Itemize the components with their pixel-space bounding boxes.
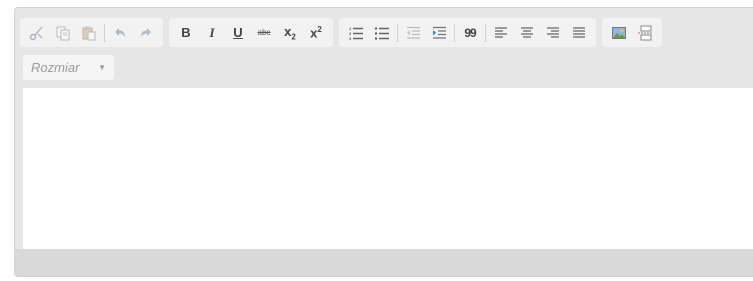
toolbar-row-2: Rozmiar ▼ xyxy=(20,55,114,80)
italic-button[interactable]: I xyxy=(199,18,225,47)
redo-icon xyxy=(141,27,151,37)
paragraph-group: 1 2 3 99 xyxy=(339,18,596,47)
svg-text:3: 3 xyxy=(349,36,352,41)
align-justify-button[interactable] xyxy=(566,18,592,47)
bold-icon: B xyxy=(181,25,191,40)
superscript-button[interactable]: x2 xyxy=(303,18,329,47)
rich-text-editor: B I U abc x2 x2 1 2 3 99 Rozmiar ▼ xyxy=(14,7,753,277)
undo-icon xyxy=(115,27,125,37)
copy-button[interactable] xyxy=(50,18,76,47)
indent-button[interactable] xyxy=(426,18,452,47)
toolbar-separator xyxy=(485,23,486,42)
bulleted-list-button[interactable] xyxy=(369,18,395,47)
image-icon xyxy=(612,26,626,39)
subscript-icon: x2 xyxy=(284,23,296,42)
toolbar-separator xyxy=(454,23,455,42)
copy-icon xyxy=(56,26,70,40)
align-left-icon xyxy=(495,26,507,38)
bold-button[interactable]: B xyxy=(173,18,199,47)
toolbar-separator xyxy=(397,23,398,42)
font-size-label: Rozmiar xyxy=(31,60,80,75)
underline-icon: U xyxy=(233,25,243,40)
chevron-down-icon: ▼ xyxy=(98,63,106,72)
align-center-button[interactable] xyxy=(514,18,540,47)
superscript-icon: x2 xyxy=(310,24,322,41)
underline-button[interactable]: U xyxy=(225,18,251,47)
outdent-button[interactable] xyxy=(400,18,426,47)
subscript-button[interactable]: x2 xyxy=(277,18,303,47)
editor-content-area[interactable] xyxy=(23,88,753,249)
align-center-icon xyxy=(521,26,533,38)
cut-button[interactable] xyxy=(24,18,50,47)
insert-group xyxy=(602,18,662,47)
paste-button[interactable] xyxy=(76,18,102,47)
page-break-button[interactable] xyxy=(632,18,658,47)
numbered-list-button[interactable]: 1 2 3 xyxy=(343,18,369,47)
undo-button[interactable] xyxy=(107,18,133,47)
toolbar-row-1: B I U abc x2 x2 1 2 3 99 xyxy=(20,18,662,47)
strikethrough-icon: abc xyxy=(257,28,271,37)
strikethrough-button[interactable]: abc xyxy=(251,18,277,47)
paste-icon xyxy=(82,26,96,40)
toolbar-separator xyxy=(104,23,105,42)
align-left-button[interactable] xyxy=(488,18,514,47)
blockquote-icon: 99 xyxy=(464,25,476,40)
font-size-dropdown[interactable]: Rozmiar ▼ xyxy=(23,55,114,80)
page-break-icon xyxy=(638,25,652,40)
align-justify-icon xyxy=(573,26,585,38)
formatting-group: B I U abc x2 x2 xyxy=(169,18,333,47)
editor-status-bar xyxy=(15,249,753,276)
clipboard-group xyxy=(20,18,163,47)
outdent-icon xyxy=(407,26,420,39)
blockquote-button[interactable]: 99 xyxy=(457,18,483,47)
indent-icon xyxy=(433,26,446,39)
cut-icon xyxy=(29,26,43,40)
redo-button[interactable] xyxy=(133,18,159,47)
align-right-icon xyxy=(547,26,559,38)
image-button[interactable] xyxy=(606,18,632,47)
align-right-button[interactable] xyxy=(540,18,566,47)
italic-icon: I xyxy=(209,24,215,40)
numbered-list-icon: 1 2 3 xyxy=(349,26,363,41)
bulleted-list-icon xyxy=(375,27,389,39)
